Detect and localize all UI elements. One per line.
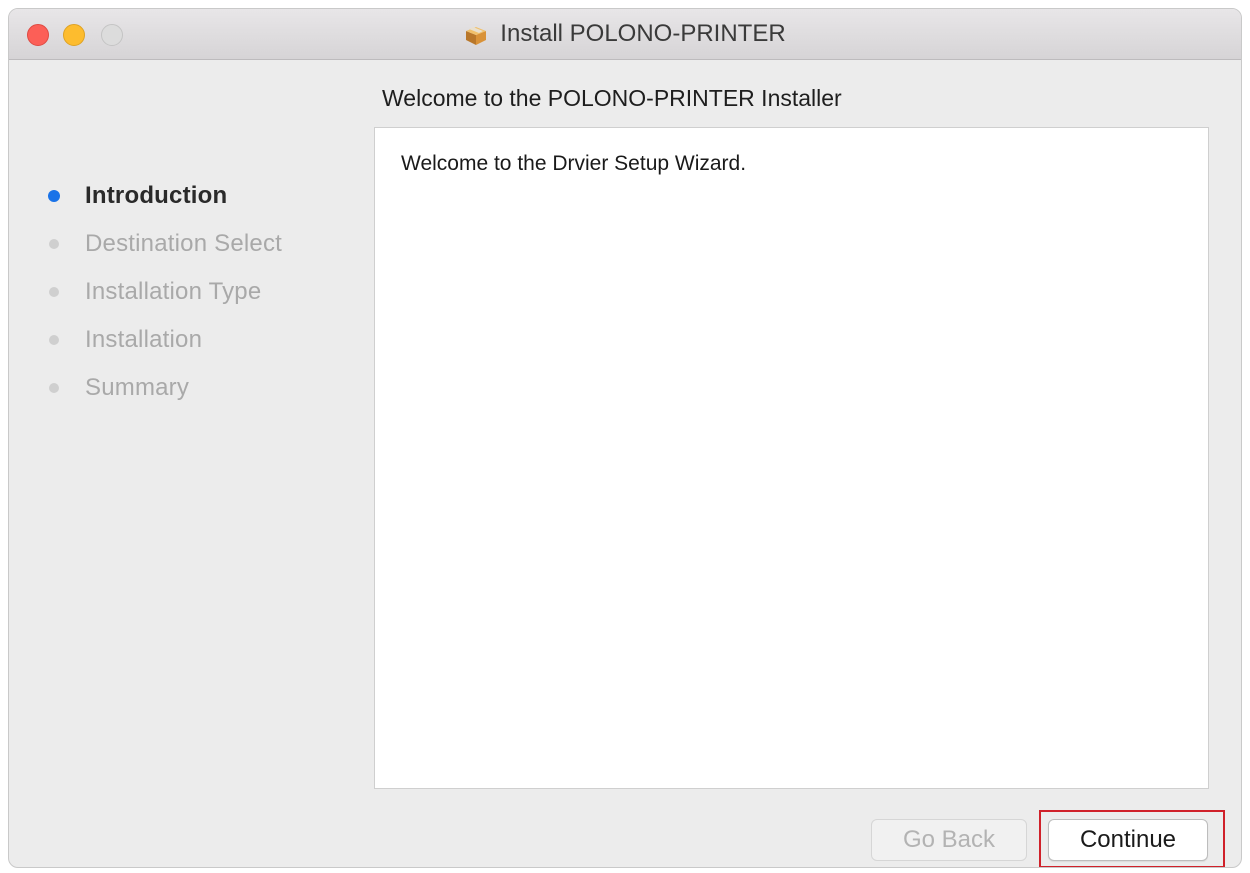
page-title: Welcome to the POLONO-PRINTER Installer bbox=[382, 85, 842, 111]
step-indicator-icon bbox=[49, 239, 59, 249]
step-label: Installation Type bbox=[85, 278, 262, 305]
step-indicator-icon bbox=[49, 287, 59, 297]
step-indicator-icon bbox=[49, 335, 59, 345]
step-label: Installation bbox=[85, 326, 203, 353]
step-introduction: Introduction bbox=[39, 172, 369, 220]
go-back-button[interactable]: Go Back bbox=[871, 819, 1027, 861]
content-pane: Welcome to the Drvier Setup Wizard. bbox=[374, 127, 1209, 789]
step-label: Introduction bbox=[85, 182, 228, 209]
window-title-group: Install POLONO-PRINTER bbox=[9, 9, 1241, 59]
step-installation: Installation bbox=[39, 316, 369, 364]
installer-steps-sidebar: Introduction Destination Select Installa… bbox=[39, 172, 369, 412]
package-icon bbox=[466, 27, 487, 45]
window-title: Install POLONO-PRINTER bbox=[500, 20, 786, 47]
installer-window: Install POLONO-PRINTER Introduction Dest… bbox=[8, 8, 1242, 868]
step-current-indicator-icon bbox=[48, 190, 60, 202]
step-installation-type: Installation Type bbox=[39, 268, 369, 316]
step-label: Destination Select bbox=[85, 230, 283, 257]
welcome-message: Welcome to the Drvier Setup Wizard. bbox=[401, 152, 747, 175]
step-label: Summary bbox=[85, 374, 190, 401]
step-destination-select: Destination Select bbox=[39, 220, 369, 268]
title-bar: Install POLONO-PRINTER bbox=[9, 9, 1241, 60]
step-summary: Summary bbox=[39, 364, 369, 412]
step-indicator-icon bbox=[49, 383, 59, 393]
continue-button[interactable]: Continue bbox=[1048, 819, 1208, 861]
